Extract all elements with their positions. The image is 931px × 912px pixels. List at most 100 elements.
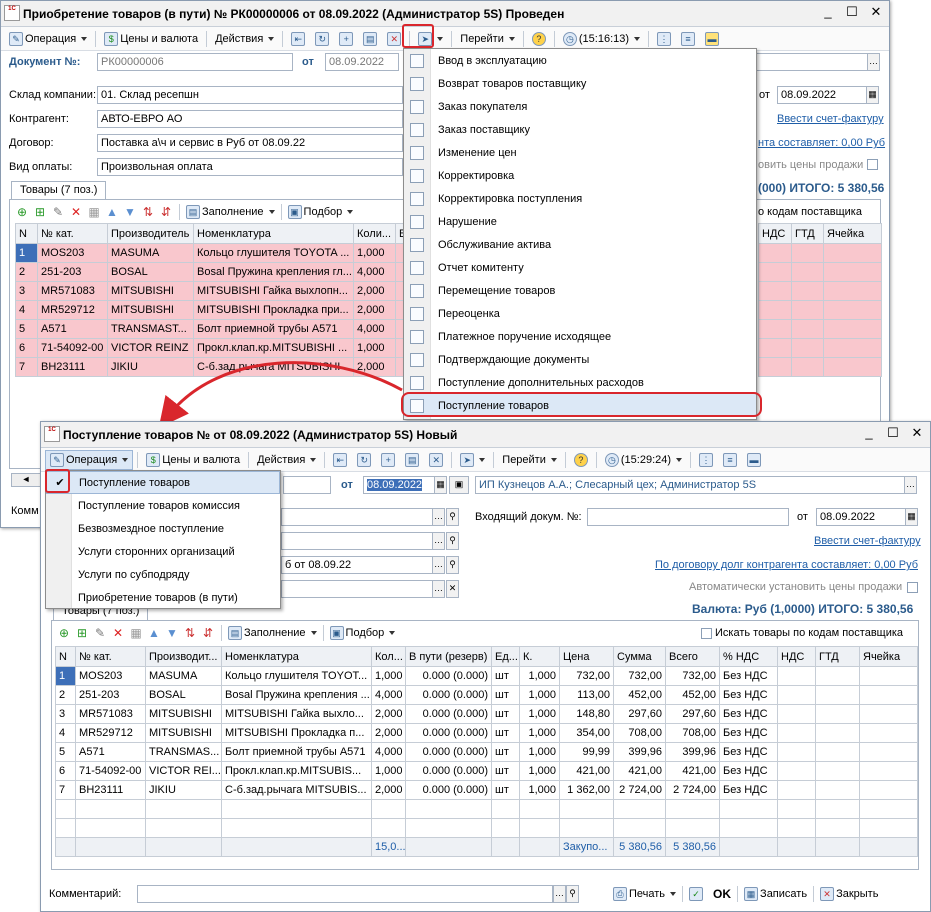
search-by-supplier-checkbox[interactable]: [701, 627, 712, 639]
move-up-icon[interactable]: ▲: [105, 205, 119, 219]
col-13[interactable]: ГТД: [815, 646, 860, 667]
counterparty-select-button[interactable]: …: [432, 532, 445, 550]
organization-field[interactable]: [756, 53, 868, 71]
menu-item-12[interactable]: Платежное поручение исходящее: [404, 325, 756, 348]
operation-item-0[interactable]: ✔ Поступление товаров: [46, 471, 280, 494]
select-menu-button[interactable]: ▣ Подбор: [287, 205, 354, 219]
goto-menu-button[interactable]: Перейти: [456, 31, 519, 47]
incoming-date-field[interactable]: 08.09.2022: [816, 508, 906, 526]
fill-menu-button[interactable]: ▤ Заполнение: [186, 205, 275, 219]
operation-item-4[interactable]: Услуги по субподряду: [46, 563, 280, 586]
comment-field[interactable]: [137, 885, 553, 903]
close-form-button[interactable]: ✕ Закрыть: [816, 885, 882, 903]
menu-item-1[interactable]: Возврат товаров поставщику: [404, 72, 756, 95]
sort-asc-icon[interactable]: ⇅: [141, 205, 155, 219]
tab-goods[interactable]: Товары (7 поз.): [11, 181, 107, 200]
notes-button[interactable]: ▬: [743, 451, 765, 469]
list-button[interactable]: ≡: [719, 451, 741, 469]
structure-button[interactable]: ⋮: [695, 451, 717, 469]
counterparty-search-button[interactable]: ⚲: [446, 532, 459, 550]
organization-select-button[interactable]: …: [904, 476, 917, 494]
col-cell[interactable]: Ячейка: [823, 223, 882, 244]
sort-desc-icon[interactable]: ⇵: [201, 626, 215, 640]
menu-item-13[interactable]: Подтверждающие документы: [404, 348, 756, 371]
save-button[interactable]: ▦ Записать: [740, 885, 811, 903]
enter-invoice-link[interactable]: Ввести счет-фактуру: [814, 535, 921, 547]
time-button[interactable]: ◷ (15:29:24): [601, 451, 686, 469]
enter-invoice-link[interactable]: Ввести счет-фактуру: [777, 113, 884, 125]
col-nomenclature[interactable]: Номенклатура: [193, 223, 354, 244]
operation-item-1[interactable]: Поступление товаров комиссия: [46, 494, 280, 517]
post-button[interactable]: ⇤: [329, 451, 351, 469]
incoming-date-field[interactable]: 08.09.2022: [777, 86, 867, 104]
help-button[interactable]: ?: [528, 30, 550, 48]
payment-type-field[interactable]: Произвольная оплата: [97, 158, 403, 176]
payment-type-field[interactable]: [281, 580, 433, 598]
list-button[interactable]: ≡: [677, 30, 699, 48]
date-extra-button[interactable]: ▣: [449, 476, 469, 494]
menu-item-10[interactable]: Перемещение товаров: [404, 279, 756, 302]
contract-select-button[interactable]: …: [432, 556, 445, 574]
menu-item-3[interactable]: Заказ поставщику: [404, 118, 756, 141]
operation-menu-button[interactable]: ✎ Операция: [5, 30, 91, 48]
copy-row-icon[interactable]: ⊞: [75, 626, 89, 640]
col-1[interactable]: № кат.: [75, 646, 146, 667]
fill-menu-button[interactable]: ▤ Заполнение: [228, 626, 317, 640]
copy-button[interactable]: +: [335, 30, 357, 48]
move-up-icon[interactable]: ▲: [147, 626, 161, 640]
doc-date-field[interactable]: 08.09.2022: [325, 53, 399, 71]
actions-menu-button[interactable]: Действия: [253, 452, 320, 468]
copy-row-icon[interactable]: ⊞: [33, 205, 47, 219]
incoming-doc-field[interactable]: [587, 508, 789, 526]
counterparty-field[interactable]: [281, 532, 433, 550]
table-row[interactable]: 5 A571 TRANSMAST... Болт приемной трубы А57…: [15, 319, 421, 339]
movement-button[interactable]: ▤: [359, 30, 381, 48]
create-based-on-button[interactable]: ➤: [456, 451, 489, 469]
table-row[interactable]: 4 MR529712 MITSUBISHI MITSUBISHI Прокладка …: [55, 723, 918, 743]
col-9[interactable]: Сумма: [613, 646, 666, 667]
col-8[interactable]: Цена: [559, 646, 614, 667]
movement-button[interactable]: ▤: [401, 451, 423, 469]
delete-mark-button[interactable]: ✕: [425, 451, 447, 469]
contract-field[interactable]: б от 08.09.22: [281, 556, 433, 574]
structure-button[interactable]: ⋮: [653, 30, 675, 48]
col-manufacturer[interactable]: Производитель: [107, 223, 194, 244]
col-11[interactable]: % НДС: [719, 646, 778, 667]
sort-asc-icon[interactable]: ⇅: [183, 626, 197, 640]
contract-debt-link[interactable]: По договору долг контрагента составляет:…: [655, 559, 918, 571]
operation-item-3[interactable]: Услуги сторонних организаций: [46, 540, 280, 563]
col-3[interactable]: Номенклатура: [221, 646, 372, 667]
edit-row-icon[interactable]: ✎: [51, 205, 65, 219]
menu-item-0[interactable]: Ввод в эксплуатацию: [404, 49, 756, 72]
add-row-icon[interactable]: ⊕: [15, 205, 29, 219]
refresh-button[interactable]: ↻: [311, 30, 333, 48]
organization-field[interactable]: ИП Кузнецов А.А.; Слесарный цех; Админис…: [475, 476, 905, 494]
warehouse-field[interactable]: [281, 508, 433, 526]
col-5[interactable]: В пути (резерв): [405, 646, 492, 667]
contract-debt-link[interactable]: нта составляет: 0,00 Руб: [758, 137, 885, 149]
minimize-button[interactable]: _: [862, 425, 876, 441]
table-row[interactable]: 3 MR571083 MITSUBISHI MITSUBISHI Гайка выхл…: [55, 704, 918, 724]
contract-field[interactable]: Поставка а\ч и сервис в Руб от 08.09.22: [97, 134, 403, 152]
col-n[interactable]: N: [15, 223, 38, 244]
save-row-icon[interactable]: ▦: [129, 626, 143, 640]
calendar-button[interactable]: ▦: [866, 86, 879, 104]
minimize-button[interactable]: _: [821, 4, 835, 20]
goto-menu-button[interactable]: Перейти: [498, 452, 561, 468]
organization-select-button[interactable]: …: [867, 53, 880, 71]
prices-currency-button[interactable]: $ Цены и валюта: [142, 451, 244, 469]
calendar-button[interactable]: ▦: [434, 476, 447, 494]
doc-no-field[interactable]: [283, 476, 331, 494]
col-vat[interactable]: НДС: [758, 223, 792, 244]
close-button[interactable]: ✕: [910, 425, 924, 441]
warehouse-select-button[interactable]: …: [432, 508, 445, 526]
col-4[interactable]: Кол...: [371, 646, 406, 667]
payment-type-select-button[interactable]: …: [432, 580, 445, 598]
contract-search-button[interactable]: ⚲: [446, 556, 459, 574]
delete-row-icon[interactable]: ✕: [111, 626, 125, 640]
post-button[interactable]: ⇤: [287, 30, 309, 48]
menu-item-6[interactable]: Корректировка поступления: [404, 187, 756, 210]
table-row[interactable]: 2 251-203 BOSAL Bosal Пружина крепления гл.…: [15, 262, 421, 282]
copy-button[interactable]: +: [377, 451, 399, 469]
maximize-button[interactable]: ☐: [845, 4, 859, 20]
